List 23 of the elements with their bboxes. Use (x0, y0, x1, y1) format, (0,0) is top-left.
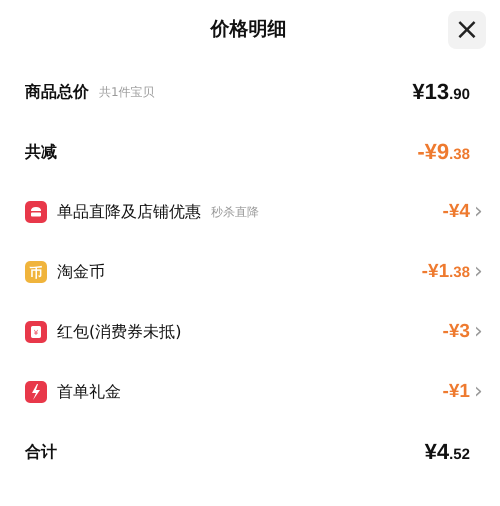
discount-label: 首单礼金 (57, 382, 121, 402)
chevron-icon[interactable]: › (474, 321, 486, 343)
chevron-icon[interactable]: › (474, 261, 486, 283)
discount-amount: -¥1.38 (422, 261, 470, 283)
discount-label: 单品直降及店铺优惠 (57, 202, 201, 222)
summary-label: 合计 (25, 442, 57, 462)
chevron-icon[interactable]: › (474, 201, 486, 223)
discount-amount: -¥3 (442, 321, 470, 343)
summary-label: 商品总价 (25, 82, 89, 102)
sheet-title: 价格明细 (210, 17, 286, 42)
note-text: 秒杀直降 (211, 204, 259, 220)
chevron-icon[interactable]: › (474, 381, 486, 403)
note-text: 共1件宝贝 (99, 84, 155, 100)
price-amount: ¥13.90 (412, 79, 470, 105)
discount-amount: -¥4 (442, 201, 470, 223)
price-amount: ¥4.52 (424, 439, 470, 465)
discount-amount: -¥9.38 (417, 139, 470, 165)
discount-amount: -¥1 (442, 381, 470, 403)
coin-icon: 币 (25, 261, 47, 283)
summary-label: 共减 (25, 142, 57, 162)
close-button[interactable]: × (448, 11, 486, 49)
discount-label: 淘金币 (57, 262, 105, 282)
discount-label: 红包(消费券未抵) (57, 322, 182, 342)
